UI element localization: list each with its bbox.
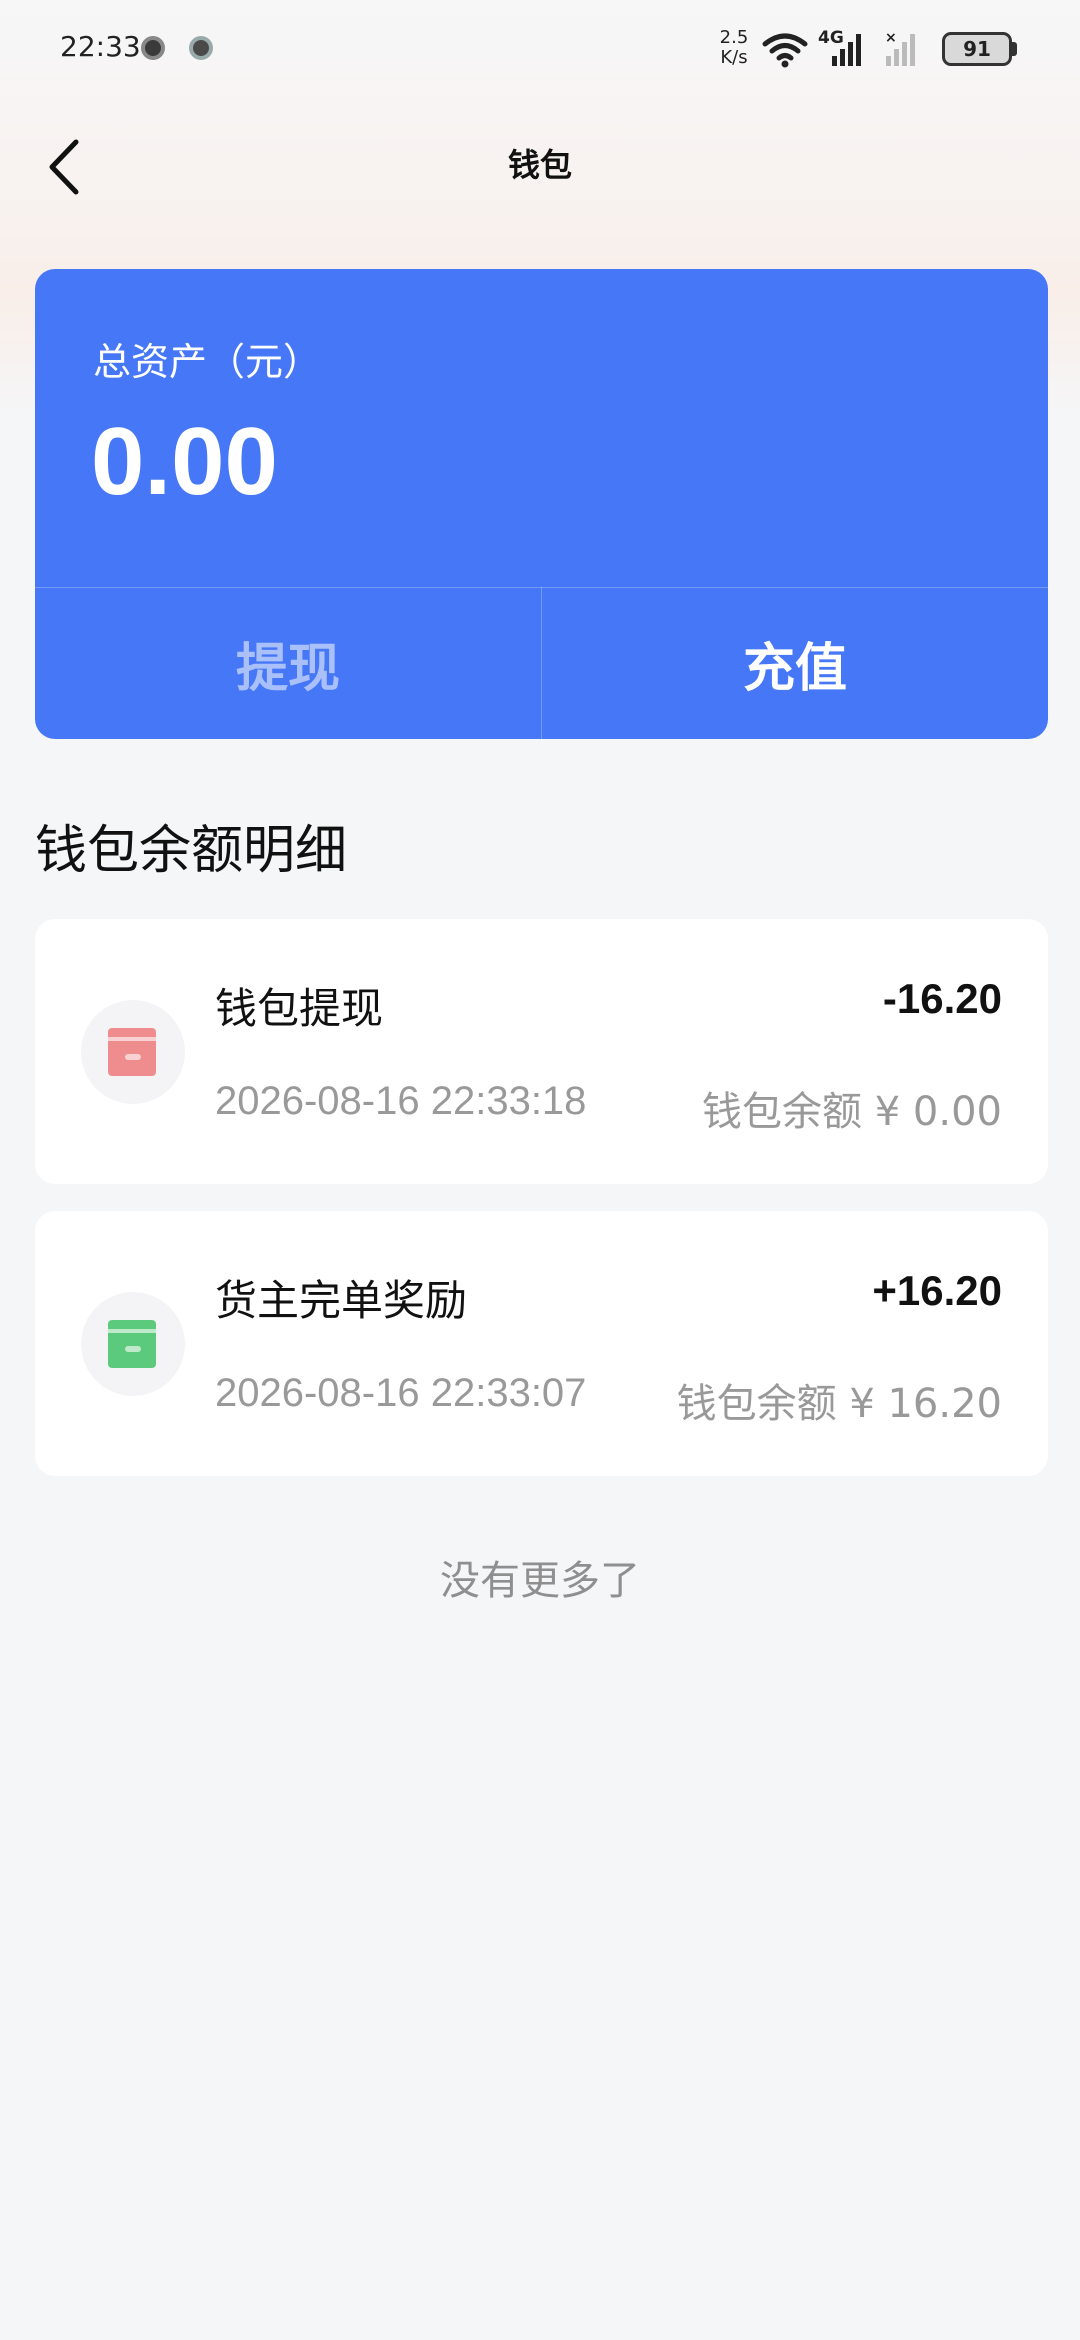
battery-level: 91 xyxy=(963,37,991,61)
signal-icon: × xyxy=(885,30,915,66)
page-title: 钱包 xyxy=(507,146,572,184)
record-balance: 钱包余额 ¥ 0.00 xyxy=(702,1089,1002,1135)
withdraw-button[interactable]: 提现 xyxy=(35,588,541,739)
record-amount: +16.20 xyxy=(872,1267,1002,1314)
signal-icon xyxy=(832,34,861,66)
network-speed-value: 2.5 xyxy=(719,27,749,48)
transaction-record[interactable]: 货主完单奖励 +16.20 2026-08-16 22:33:07 钱包余额 ¥… xyxy=(35,1211,1048,1476)
record-title: 货主完单奖励 xyxy=(215,1276,468,1325)
notification-app-icon xyxy=(189,36,213,60)
transaction-record[interactable]: 钱包提现 -16.20 2026-08-16 22:33:18 钱包余额 ¥ 0… xyxy=(35,919,1048,1184)
network-speed: 2.5 K/s xyxy=(714,28,754,68)
status-time: 22:33 xyxy=(60,30,141,63)
status-bar: 22:33 2.5 K/s 4G × 91 xyxy=(0,0,1080,100)
income-record-icon xyxy=(108,1320,156,1368)
recharge-button[interactable]: 充值 xyxy=(542,588,1048,739)
record-title: 钱包提现 xyxy=(215,984,384,1033)
no-more-text: 没有更多了 xyxy=(440,1558,640,1604)
section-title: 钱包余额明细 xyxy=(35,821,348,881)
total-assets-amount: 0.00 xyxy=(91,408,278,515)
withdraw-record-icon xyxy=(108,1028,156,1076)
svg-text:×: × xyxy=(885,30,897,46)
battery-cap xyxy=(1012,42,1017,56)
notification-app-icon xyxy=(141,36,165,60)
record-icon-container xyxy=(81,1292,185,1396)
record-icon-container xyxy=(81,1000,185,1104)
network-speed-unit: K/s xyxy=(720,47,748,68)
wifi-icon xyxy=(762,33,808,68)
record-amount: -16.20 xyxy=(882,975,1002,1022)
record-time: 2026-08-16 22:33:18 xyxy=(215,1079,587,1123)
record-balance: 钱包余额 ¥ 16.20 xyxy=(676,1381,1002,1427)
total-assets-label: 总资产（元） xyxy=(93,340,322,384)
record-time: 2026-08-16 22:33:07 xyxy=(215,1371,587,1415)
total-assets-card: 总资产（元） 0.00 提现 充值 xyxy=(35,269,1048,739)
